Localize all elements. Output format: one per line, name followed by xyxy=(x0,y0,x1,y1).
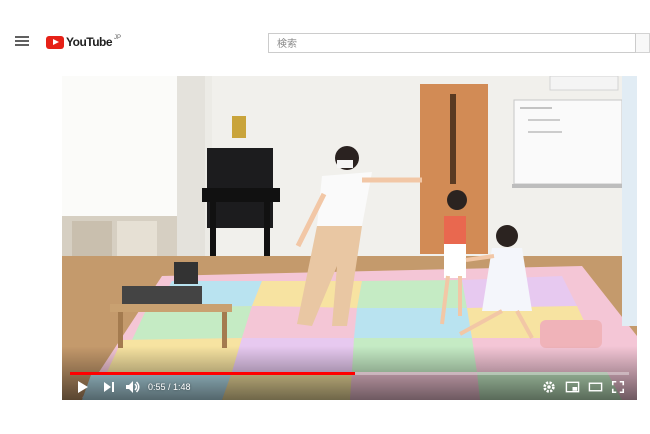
progress-fill xyxy=(70,372,355,375)
theater-icon[interactable] xyxy=(588,379,603,395)
miniplayer-icon[interactable] xyxy=(565,379,580,395)
youtube-logo[interactable]: YouTube JP xyxy=(46,35,121,49)
time-display: 0:55 / 1:48 xyxy=(148,382,191,392)
video-player[interactable]: 0:55 / 1:48 xyxy=(62,76,637,400)
play-icon[interactable] xyxy=(76,379,90,395)
search-button[interactable] xyxy=(636,33,650,53)
video-frame xyxy=(62,76,637,400)
fullscreen-icon[interactable] xyxy=(611,379,625,395)
youtube-logo-icon xyxy=(46,35,64,49)
volume-icon[interactable] xyxy=(125,379,141,395)
menu-icon[interactable] xyxy=(12,34,32,52)
settings-icon[interactable] xyxy=(542,379,556,395)
progress-bar[interactable] xyxy=(70,372,629,375)
masthead: YouTube JP xyxy=(0,0,650,62)
search-input[interactable] xyxy=(269,35,635,54)
next-icon[interactable] xyxy=(102,379,116,395)
player-controls: 0:55 / 1:48 xyxy=(62,372,637,400)
search-box xyxy=(268,33,636,54)
logo-text: YouTube xyxy=(66,35,113,49)
logo-region: JP xyxy=(114,35,122,41)
